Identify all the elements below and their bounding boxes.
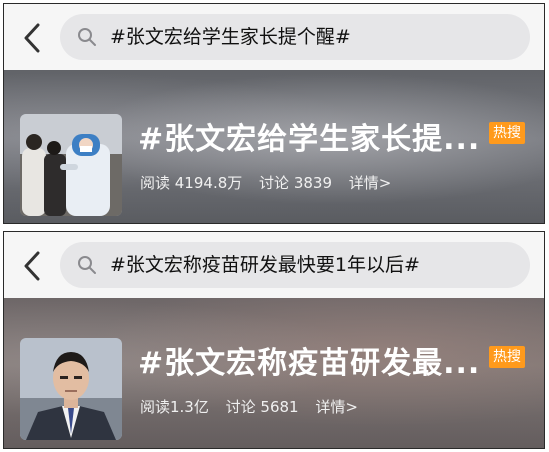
- topic-thumbnail-image: [20, 114, 122, 216]
- back-button[interactable]: [19, 250, 45, 282]
- search-query-text: #张文宏给学生家长提个醒#: [110, 26, 351, 48]
- back-button[interactable]: [19, 22, 45, 54]
- discussion-count: 讨论 5681: [225, 398, 299, 416]
- search-icon: [78, 256, 96, 274]
- topic-thumbnail[interactable]: [20, 338, 122, 440]
- search-query-text: #张文宏称疫苗研发最快要1年以后#: [110, 254, 420, 276]
- topic-title[interactable]: #张文宏称疫苗研发最...: [138, 338, 480, 382]
- chevron-left-icon: [24, 23, 40, 53]
- topic-card: #张文宏给学生家长提个醒# #张文宏给学生家长提... 热搜 阅读 4194.8…: [3, 3, 545, 224]
- topic-hero: #张文宏称疫苗研发最... 热搜 阅读1.3亿 讨论 5681 详情>: [4, 298, 544, 448]
- topic-stats: 阅读 4194.8万 讨论 3839 详情>: [140, 172, 391, 193]
- search-input[interactable]: #张文宏给学生家长提个醒#: [60, 14, 530, 60]
- read-count: 阅读1.3亿: [140, 398, 209, 416]
- discussion-count: 讨论 3839: [259, 174, 332, 192]
- chevron-left-icon: [24, 251, 40, 281]
- details-link[interactable]: 详情>: [315, 398, 358, 416]
- topic-hero: #张文宏给学生家长提... 热搜 阅读 4194.8万 讨论 3839 详情>: [4, 70, 544, 223]
- search-header: #张文宏称疫苗研发最快要1年以后#: [4, 232, 544, 298]
- topic-thumbnail-image: [20, 338, 122, 440]
- read-count: 阅读 4194.8万: [140, 174, 243, 192]
- topic-title[interactable]: #张文宏给学生家长提...: [138, 114, 480, 158]
- hot-badge: 热搜: [489, 122, 525, 144]
- topic-stats: 阅读1.3亿 讨论 5681 详情>: [140, 396, 358, 417]
- hot-badge: 热搜: [489, 346, 525, 368]
- details-link[interactable]: 详情>: [349, 174, 392, 192]
- topic-card: #张文宏称疫苗研发最快要1年以后# #张文宏称疫苗研发最... 热搜 阅读1.3…: [3, 231, 545, 449]
- search-input[interactable]: #张文宏称疫苗研发最快要1年以后#: [60, 242, 530, 288]
- search-header: #张文宏给学生家长提个醒#: [4, 4, 544, 70]
- topic-thumbnail[interactable]: [20, 114, 122, 216]
- search-icon: [78, 28, 96, 46]
